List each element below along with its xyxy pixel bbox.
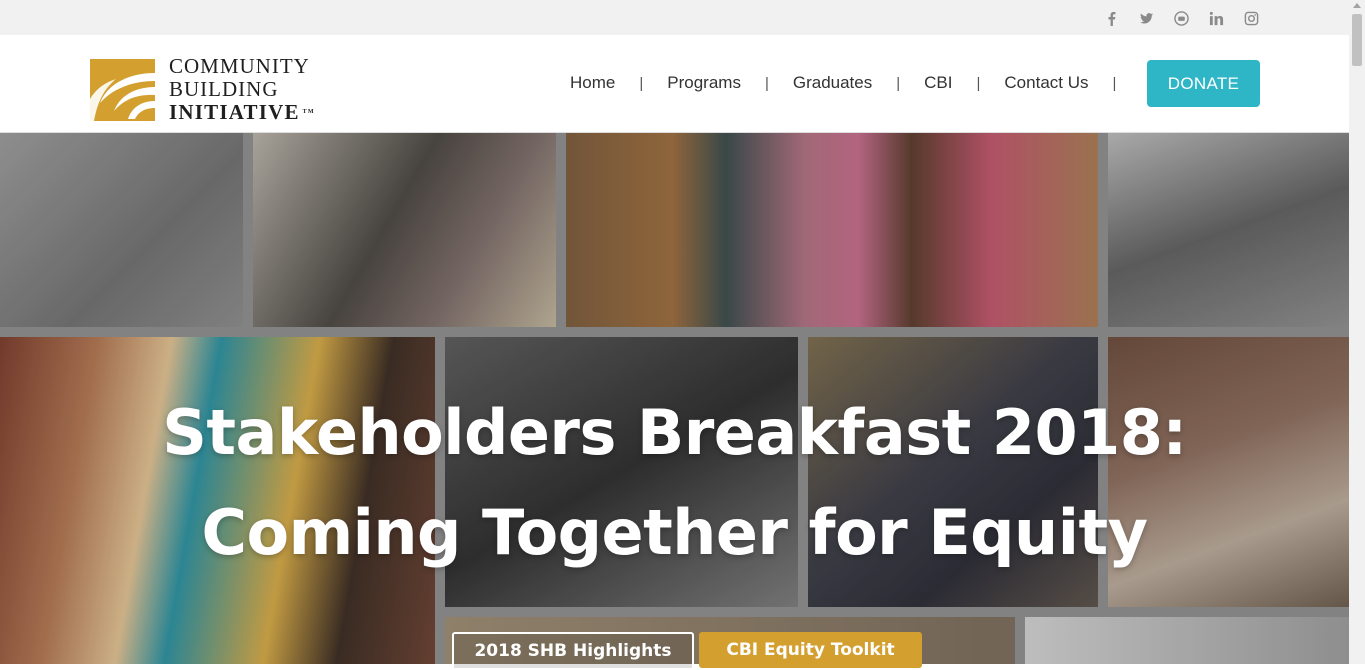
logo-line-building: BUILDING	[169, 77, 279, 101]
nav-separator: |	[764, 74, 769, 92]
page-scrollbar[interactable]	[1349, 0, 1365, 664]
logo-mark-icon	[90, 58, 155, 121]
main-nav: Home | Programs | Graduates | CBI | Cont…	[570, 73, 1140, 93]
nav-separator: |	[976, 74, 981, 92]
instagram-icon[interactable]	[1242, 9, 1260, 27]
logo-wordmark: COMMUNITY BUILDING INITIATIVE TM	[169, 55, 315, 124]
nav-home[interactable]: Home	[570, 73, 615, 93]
scroll-up-arrow-icon[interactable]	[1353, 3, 1361, 8]
hero-title-line2: Coming Together for Equity	[201, 496, 1148, 569]
hero-title-line1: Stakeholders Breakfast 2018:	[162, 396, 1187, 469]
social-links	[1102, 9, 1260, 27]
logo-line-community: COMMUNITY	[169, 54, 310, 78]
linkedin-icon[interactable]	[1207, 9, 1225, 27]
nav-separator: |	[896, 74, 901, 92]
shb-highlights-button[interactable]: 2018 SHB Highlights	[452, 632, 694, 670]
nav-programs[interactable]: Programs	[667, 73, 741, 93]
site-logo[interactable]: COMMUNITY BUILDING INITIATIVE TM	[90, 55, 315, 124]
trademark-mark: TM	[302, 109, 315, 115]
site-header: COMMUNITY BUILDING INITIATIVE TM Home | P…	[0, 35, 1349, 133]
youtube-icon[interactable]	[1172, 9, 1190, 27]
nav-contact-us[interactable]: Contact Us	[1004, 73, 1088, 93]
social-bar	[0, 0, 1349, 35]
logo-line-initiative: INITIATIVE TM	[169, 100, 315, 124]
nav-separator: |	[1112, 74, 1117, 92]
nav-cbi[interactable]: CBI	[924, 73, 952, 93]
twitter-icon[interactable]	[1137, 9, 1155, 27]
hero-banner: Stakeholders Breakfast 2018: Coming Toge…	[0, 133, 1349, 664]
nav-separator: |	[639, 74, 644, 92]
facebook-icon[interactable]	[1102, 9, 1120, 27]
nav-graduates[interactable]: Graduates	[793, 73, 872, 93]
donate-button[interactable]: DONATE	[1147, 60, 1260, 107]
scroll-thumb[interactable]	[1352, 14, 1362, 66]
equity-toolkit-button[interactable]: CBI Equity Toolkit	[699, 632, 922, 668]
